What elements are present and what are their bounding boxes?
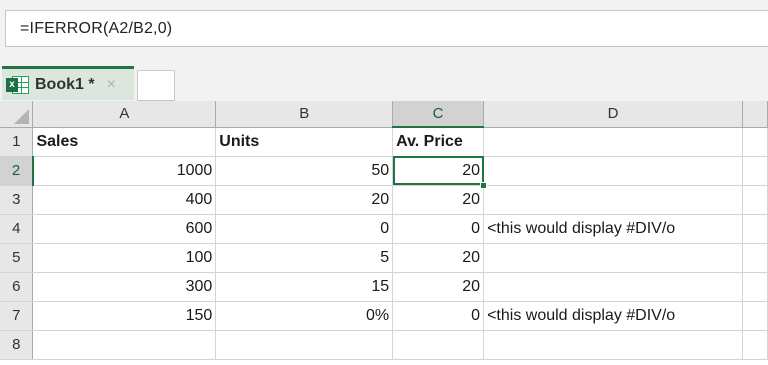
formula-bar[interactable]: =IFERROR(A2/B2,0) — [5, 10, 768, 47]
table-row: 6 300 15 20 — [0, 272, 768, 302]
workbook-name: Book1 * — [35, 75, 95, 93]
cell-c2-value: 20 — [462, 161, 481, 179]
row-header[interactable]: 1 — [0, 127, 34, 157]
table-row: 8 — [0, 330, 768, 360]
cell-e4[interactable] — [742, 214, 768, 244]
fill-handle[interactable] — [480, 181, 488, 189]
cell-b5[interactable]: 5 — [215, 243, 394, 273]
column-header-d[interactable]: D — [483, 101, 743, 128]
cell-b4[interactable]: 0 — [215, 214, 394, 244]
workbook-tab-strip: x Book1 * × — [0, 64, 768, 101]
cell-d2[interactable] — [483, 156, 743, 186]
cell-c6[interactable]: 20 — [392, 272, 485, 302]
cell-e7[interactable] — [742, 301, 768, 331]
cell-b7[interactable]: 0% — [215, 301, 394, 331]
cell-d1[interactable] — [483, 127, 743, 157]
cell-a7[interactable]: 150 — [32, 301, 217, 331]
cell-c1[interactable]: Av. Price — [392, 127, 485, 157]
table-row: 2 1000 50 20 — [0, 156, 768, 189]
cell-d5[interactable] — [483, 243, 743, 273]
cell-b8[interactable] — [215, 330, 394, 360]
cell-a6[interactable]: 300 — [32, 272, 217, 302]
cell-a4[interactable]: 600 — [32, 214, 217, 244]
row-header[interactable]: 6 — [0, 272, 34, 302]
close-icon[interactable]: × — [107, 76, 116, 94]
cell-c8[interactable] — [392, 330, 485, 360]
table-row: 5 100 5 20 — [0, 243, 768, 273]
column-header-a[interactable]: A — [32, 101, 217, 128]
cell-e6[interactable] — [742, 272, 768, 302]
table-row: 3 400 20 20 — [0, 185, 768, 215]
cell-a5[interactable]: 100 — [32, 243, 217, 273]
workbook-tab[interactable]: x Book1 * × — [2, 66, 134, 100]
cell-b2[interactable]: 50 — [215, 156, 394, 186]
column-header-b[interactable]: B — [215, 101, 394, 128]
cell-e3[interactable] — [742, 185, 768, 215]
cell-d4[interactable]: <this would display #DIV/o — [483, 214, 743, 244]
cell-d6[interactable] — [483, 272, 743, 302]
cell-e2[interactable] — [742, 156, 768, 186]
cell-a3[interactable]: 400 — [32, 185, 217, 215]
table-row: 1 Sales Units Av. Price — [0, 127, 768, 157]
cell-e8[interactable] — [742, 330, 768, 360]
cell-b3[interactable]: 20 — [215, 185, 394, 215]
column-header-e[interactable] — [742, 101, 768, 128]
cell-d7[interactable]: <this would display #DIV/o — [483, 301, 743, 331]
spreadsheet-grid: A B C D 1 Sales Units Av. Price 2 1000 5… — [0, 101, 768, 365]
row-header[interactable]: 4 — [0, 214, 34, 244]
table-row: 7 150 0% 0 <this would display #DIV/o — [0, 301, 768, 331]
new-workbook-tab-button[interactable] — [137, 70, 175, 101]
row-header[interactable]: 2 — [0, 156, 34, 186]
row-header[interactable]: 8 — [0, 330, 34, 360]
row-header[interactable]: 7 — [0, 301, 34, 331]
cell-d8[interactable] — [483, 330, 743, 360]
cell-c3[interactable]: 20 — [392, 185, 485, 215]
select-all-corner[interactable] — [0, 101, 34, 128]
cell-e5[interactable] — [742, 243, 768, 273]
cell-a1[interactable]: Sales — [32, 127, 217, 157]
column-header-c[interactable]: C — [392, 101, 485, 128]
cell-a2[interactable]: 1000 — [32, 156, 217, 186]
cell-c5[interactable]: 20 — [392, 243, 485, 273]
cell-a8[interactable] — [32, 330, 217, 360]
cell-c2[interactable]: 20 — [392, 156, 488, 189]
row-header[interactable]: 3 — [0, 185, 34, 215]
cell-c7[interactable]: 0 — [392, 301, 485, 331]
cell-e1[interactable] — [742, 127, 768, 157]
cell-d3[interactable] — [483, 185, 743, 215]
cell-b1[interactable]: Units — [215, 127, 394, 157]
excel-icon: x — [6, 75, 30, 95]
row-header[interactable]: 5 — [0, 243, 34, 273]
table-row: 4 600 0 0 <this would display #DIV/o — [0, 214, 768, 244]
cell-c4[interactable]: 0 — [392, 214, 485, 244]
cell-b6[interactable]: 15 — [215, 272, 394, 302]
